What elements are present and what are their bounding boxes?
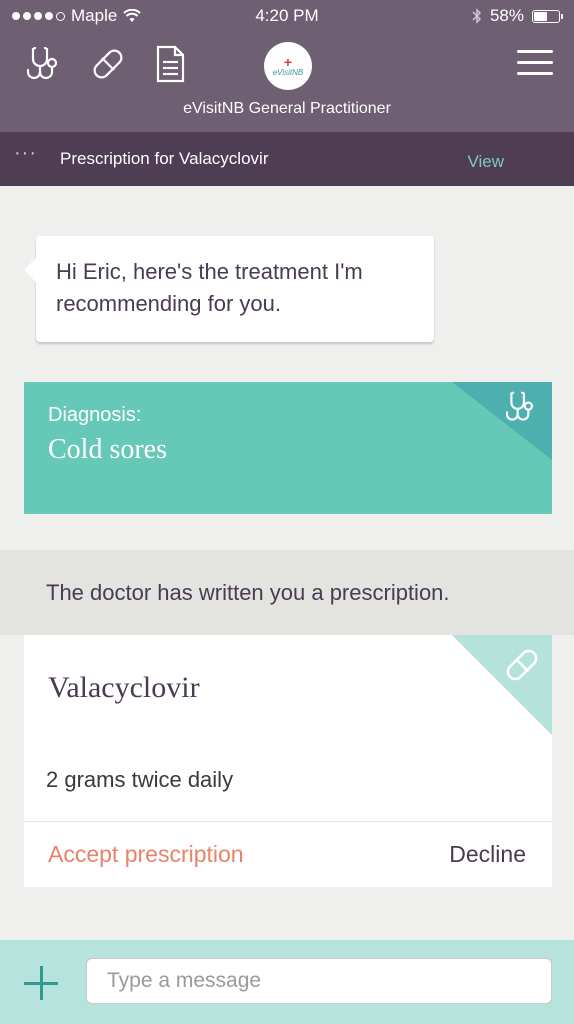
conversation-bar: ··· Prescription for Valacyclovir View <box>0 132 574 186</box>
message-composer <box>0 940 574 1024</box>
chat-message: Hi Eric, here's the treatment I'm recomm… <box>24 236 434 342</box>
accept-prescription-button[interactable]: Accept prescription <box>48 841 244 868</box>
prescription-notice: The doctor has written you a prescriptio… <box>0 550 574 635</box>
app-logo[interactable]: + eVisitNB <box>264 42 312 90</box>
logo-text: eVisitNB <box>272 67 304 77</box>
add-attachment-icon[interactable] <box>22 964 62 1004</box>
status-right: 58% <box>472 6 563 26</box>
stethoscope-icon[interactable] <box>26 44 66 84</box>
bluetooth-icon <box>472 8 482 24</box>
pill-icon <box>506 649 538 681</box>
prescription-card: Valacyclovir 2 grams twice daily Accept … <box>24 635 552 887</box>
message-input[interactable] <box>86 958 552 1004</box>
view-button[interactable]: View <box>467 152 504 172</box>
card-divider <box>24 821 552 822</box>
conversation-title: Prescription for Valacyclovir <box>60 149 269 168</box>
more-options-icon[interactable]: ··· <box>14 142 37 165</box>
diagnosis-label: Diagnosis: <box>48 404 142 426</box>
app-header: Maple 4:20 PM 58% + eVisitNB eVisitNB Ge… <box>0 0 574 132</box>
document-icon[interactable] <box>150 44 190 84</box>
stethoscope-icon <box>506 391 534 421</box>
header-title: eVisitNB General Practitioner <box>183 100 391 117</box>
status-bar: Maple 4:20 PM 58% <box>0 0 574 32</box>
logo-cross-icon: + <box>283 53 293 70</box>
pill-icon[interactable] <box>88 44 128 84</box>
battery-icon <box>532 9 563 23</box>
diagnosis-value: Cold sores <box>48 434 167 465</box>
header-icons <box>26 44 190 84</box>
decline-button[interactable]: Decline <box>449 841 526 868</box>
drug-name: Valacyclovir <box>48 671 200 704</box>
hamburger-menu-icon[interactable] <box>517 50 553 76</box>
drug-dose: 2 grams twice daily <box>46 767 234 792</box>
battery-percent: 58% <box>489 6 524 25</box>
diagnosis-card: Diagnosis: Cold sores <box>24 382 552 514</box>
